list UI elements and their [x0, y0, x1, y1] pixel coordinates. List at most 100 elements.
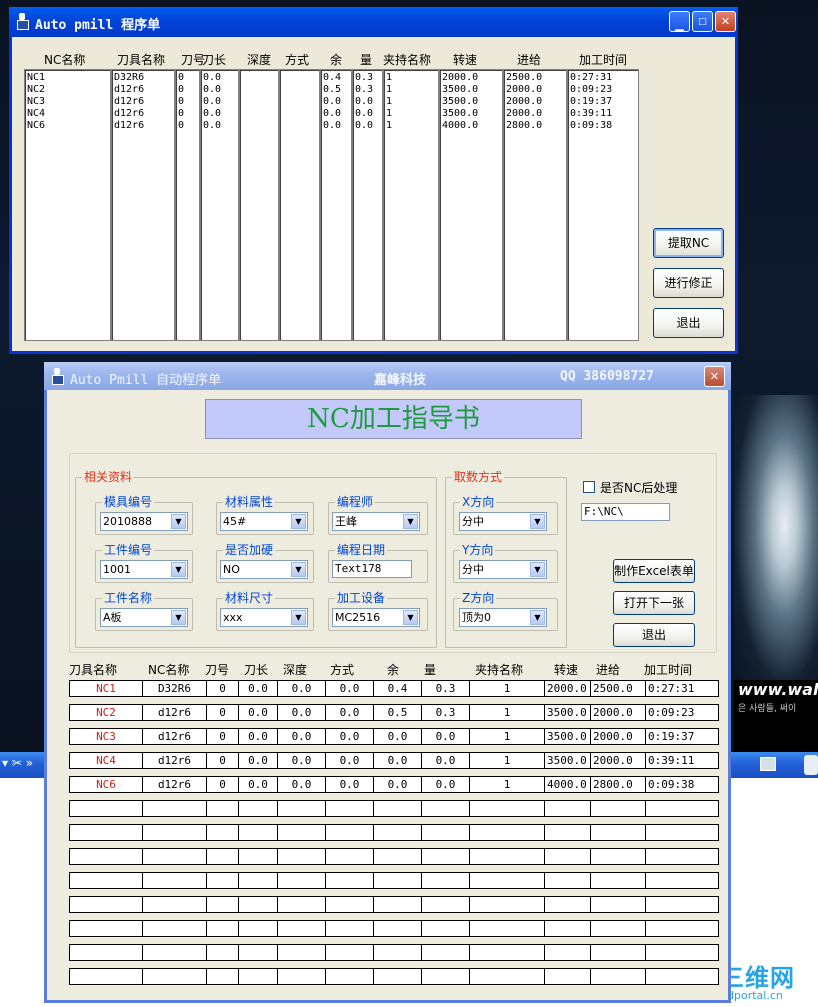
list-item[interactable]: 0.3 [355, 84, 382, 96]
table-cell[interactable] [373, 873, 421, 888]
list-item[interactable]: d12r6 [114, 108, 174, 120]
list-item[interactable] [242, 96, 278, 108]
list-item[interactable] [242, 72, 278, 84]
table-cell[interactable] [421, 921, 469, 936]
table-cell[interactable] [325, 969, 373, 984]
list-item[interactable]: 0.0 [203, 120, 238, 132]
table-cell[interactable] [325, 945, 373, 960]
empty-table-row[interactable] [69, 896, 719, 913]
table-cell[interactable]: NC4 [70, 753, 142, 768]
table-cell[interactable] [421, 801, 469, 816]
empty-table-row[interactable] [69, 920, 719, 937]
list-item[interactable]: d12r6 [114, 120, 174, 132]
table-cell[interactable] [325, 897, 373, 912]
empty-table-row[interactable] [69, 848, 719, 865]
list-item[interactable]: 1 [386, 72, 438, 84]
listview-column[interactable]: 0:27:31 0:09:23 0:19:37 0:39:11 0:09:38 [567, 69, 639, 341]
chevron-down-icon[interactable]: ▼ [530, 514, 545, 529]
table-cell[interactable] [238, 897, 277, 912]
list-item[interactable]: 0.4 [323, 72, 351, 84]
column-header[interactable]: 量 [360, 51, 372, 69]
table-cell[interactable] [206, 849, 238, 864]
table-cell[interactable] [142, 969, 206, 984]
table-cell[interactable] [544, 897, 590, 912]
list-item[interactable] [282, 120, 319, 132]
y-dir-combo[interactable]: 分中 ▼ [459, 560, 547, 579]
listview-column[interactable]: 00000 [175, 69, 200, 341]
list-item[interactable]: 0.0 [355, 120, 382, 132]
table-cell[interactable] [70, 849, 142, 864]
table-cell[interactable] [544, 945, 590, 960]
list-item[interactable]: 1 [386, 84, 438, 96]
chevron-down-icon[interactable]: ▼ [291, 514, 306, 529]
table-cell[interactable] [277, 849, 325, 864]
column-header[interactable]: 夹持名称 [383, 51, 431, 69]
table-cell[interactable] [70, 969, 142, 984]
table-cell[interactable] [421, 897, 469, 912]
table-cell[interactable]: d12r6 [142, 777, 206, 792]
table-cell[interactable] [277, 969, 325, 984]
table-cell[interactable]: 2500.0 [590, 681, 645, 696]
table-cell[interactable]: NC2 [70, 705, 142, 720]
listview-column[interactable]: 2500.0 2000.0 2000.0 2000.0 2800.0 [503, 69, 567, 341]
column-header[interactable]: 余 [330, 51, 342, 69]
empty-table-row[interactable] [69, 968, 719, 985]
modify-button[interactable]: 进行修正 [653, 268, 724, 298]
table-cell[interactable] [277, 897, 325, 912]
table-cell[interactable]: 0.0 [421, 777, 469, 792]
table-cell[interactable]: 0.0 [373, 729, 421, 744]
table-cell[interactable]: 0.0 [277, 681, 325, 696]
table-cell[interactable]: d12r6 [142, 753, 206, 768]
listview-column[interactable]: NC1 NC2 NC3 NC4 NC6 [24, 69, 111, 341]
make-excel-button[interactable]: 制作Excel表单 [613, 559, 695, 583]
table-cell[interactable] [645, 801, 719, 816]
table-cell[interactable]: 3500.0 [544, 705, 590, 720]
list-item[interactable]: 0:27:31 [570, 72, 638, 84]
table-cell[interactable] [206, 897, 238, 912]
list-item[interactable] [242, 120, 278, 132]
empty-table-row[interactable] [69, 872, 719, 889]
table-cell[interactable] [469, 969, 544, 984]
chevron-down-icon[interactable]: ▼ [171, 610, 186, 625]
table-cell[interactable] [645, 825, 719, 840]
list-item[interactable]: 0.0 [355, 96, 382, 108]
table-cell[interactable]: 4000.0 [544, 777, 590, 792]
table-cell[interactable]: 0:39:11 [645, 753, 719, 768]
table-cell[interactable] [469, 921, 544, 936]
table-cell[interactable]: 0.0 [277, 705, 325, 720]
table-cell[interactable] [142, 945, 206, 960]
table-cell[interactable]: 0:19:37 [645, 729, 719, 744]
table-cell[interactable]: 0 [206, 681, 238, 696]
exit-button[interactable]: 退出 [613, 623, 695, 647]
minimize-button[interactable]: ▁ [669, 11, 690, 32]
chevron-down-icon[interactable]: ▼ [530, 562, 545, 577]
table-cell[interactable]: 0.0 [238, 681, 277, 696]
table-cell[interactable]: 1 [469, 705, 544, 720]
table-cell[interactable]: 0.0 [325, 729, 373, 744]
table-cell[interactable] [238, 801, 277, 816]
table-cell[interactable] [238, 825, 277, 840]
empty-table-row[interactable] [69, 824, 719, 841]
list-item[interactable]: 1 [386, 120, 438, 132]
table-cell[interactable] [590, 873, 645, 888]
table-cell[interactable]: 0.0 [238, 753, 277, 768]
column-header[interactable]: 刀具名称 [117, 51, 165, 69]
window2-titlebar[interactable]: Auto Pmill 自动程序单 嘉峰科技 QQ 386098727 ✕ [44, 362, 731, 390]
table-cell[interactable]: 2000.0 [590, 729, 645, 744]
empty-table-row[interactable] [69, 800, 719, 817]
list-item[interactable]: 0.0 [203, 108, 238, 120]
column-header[interactable]: 刀长 [202, 51, 226, 69]
column-header[interactable]: 进给 [517, 51, 541, 69]
list-item[interactable]: 2000.0 [442, 72, 502, 84]
table-cell[interactable] [421, 945, 469, 960]
table-cell[interactable]: 0.0 [238, 729, 277, 744]
table-cell[interactable] [238, 873, 277, 888]
table-cell[interactable]: 3500.0 [544, 729, 590, 744]
table-row[interactable]: NC3 d12r6 0 0.0 0.0 0.0 0.0 0.0 1 3500.0 2000.0 0:1… [69, 728, 719, 745]
listview-column[interactable]: 0.0 0.0 0.0 0.0 0.0 [200, 69, 239, 341]
table-cell[interactable]: 0.0 [325, 777, 373, 792]
list-item[interactable] [282, 96, 319, 108]
table-cell[interactable] [142, 801, 206, 816]
table-cell[interactable] [373, 969, 421, 984]
column-header[interactable]: 方式 [285, 51, 309, 69]
